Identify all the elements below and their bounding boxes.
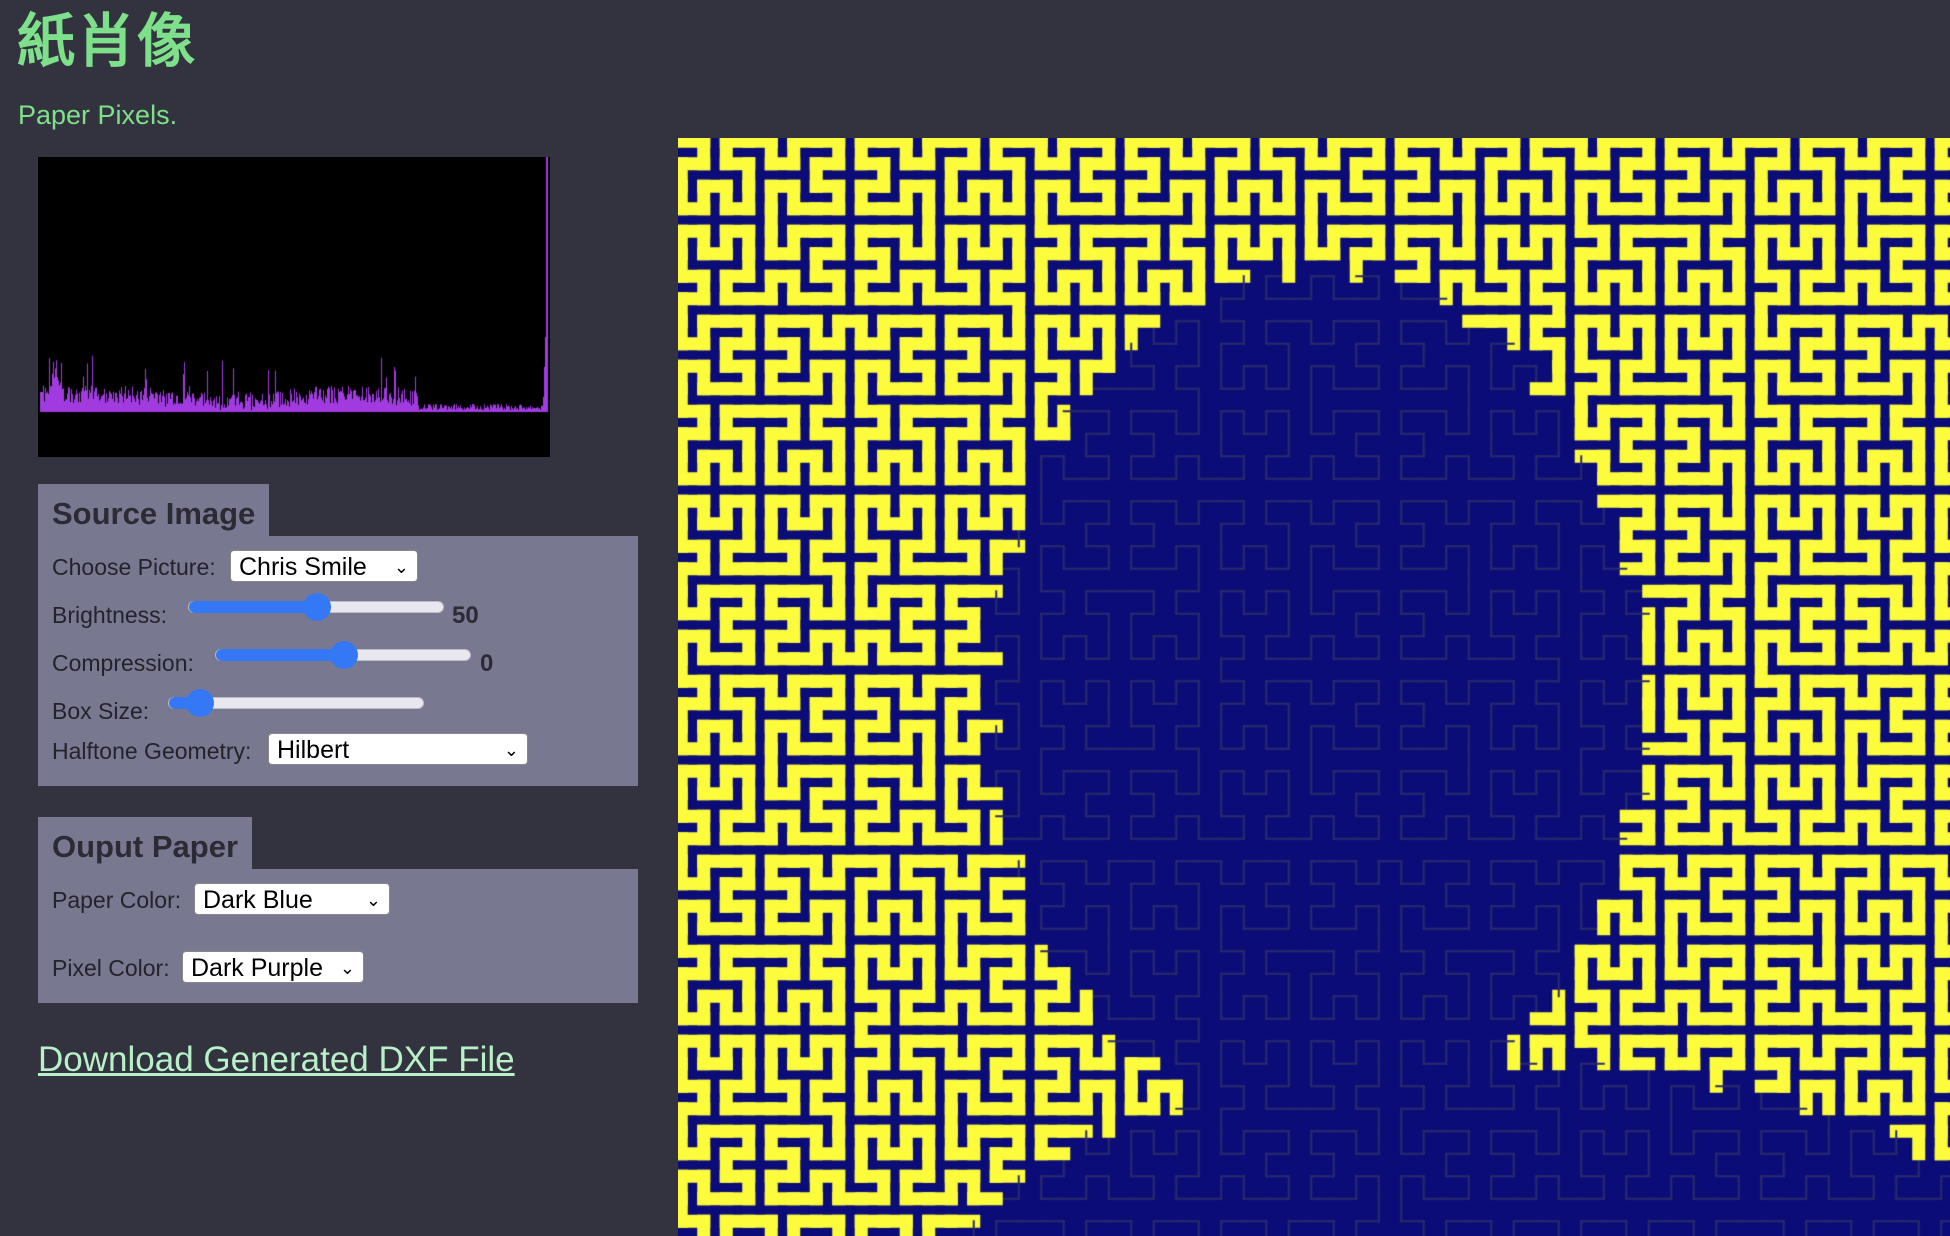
halftone-preview-canvas (678, 138, 1950, 1236)
box-size-label: Box Size: (52, 698, 150, 724)
output-paper-panel: Paper Color: Dark Blue ⌄ Pixel Color: Da… (38, 869, 638, 1003)
app-title: 紙肖像 (17, 7, 198, 75)
brightness-label: Brightness: (52, 602, 168, 628)
halftone-geometry-label: Halftone Geometry: (52, 738, 252, 764)
pixel-color-value: Dark Purple (191, 954, 323, 982)
chevron-down-icon: ⌄ (365, 890, 381, 910)
halftone-geometry-value: Hilbert (277, 736, 350, 764)
brightness-slider-thumb[interactable] (303, 593, 331, 621)
choose-picture-value: Chris Smile (239, 553, 367, 581)
brightness-slider[interactable] (188, 593, 444, 621)
source-image-panel: Choose Picture: Chris Smile ⌄ Brightness… (38, 536, 638, 786)
brightness-slider-fill (189, 601, 317, 613)
chevron-down-icon: ⌄ (503, 740, 519, 760)
histogram-chart (38, 157, 550, 457)
download-dxf-link[interactable]: Download Generated DXF File (38, 1040, 515, 1080)
chevron-down-icon: ⌄ (393, 557, 409, 577)
app-subtitle: Paper Pixels. (18, 100, 178, 130)
box-size-slider[interactable] (168, 689, 424, 717)
pixel-color-label: Pixel Color: (52, 955, 170, 981)
paper-color-select[interactable]: Dark Blue ⌄ (194, 883, 390, 915)
compression-value: 0 (480, 650, 494, 677)
paper-color-value: Dark Blue (203, 886, 313, 914)
halftone-geometry-select[interactable]: Hilbert ⌄ (268, 733, 528, 765)
compression-slider-thumb[interactable] (330, 641, 358, 669)
brightness-value: 50 (452, 602, 479, 629)
compression-slider[interactable] (215, 641, 471, 669)
pixel-color-select[interactable]: Dark Purple ⌄ (182, 951, 364, 983)
output-paper-heading: Ouput Paper (38, 817, 253, 869)
chevron-down-icon: ⌄ (339, 958, 355, 978)
choose-picture-label: Choose Picture: (52, 554, 216, 580)
compression-label: Compression: (52, 650, 194, 676)
source-image-heading: Source Image (38, 484, 270, 536)
compression-slider-fill (216, 649, 344, 661)
choose-picture-select[interactable]: Chris Smile ⌄ (230, 550, 418, 582)
paper-color-label: Paper Color: (52, 887, 182, 913)
box-size-slider-thumb[interactable] (185, 689, 214, 717)
